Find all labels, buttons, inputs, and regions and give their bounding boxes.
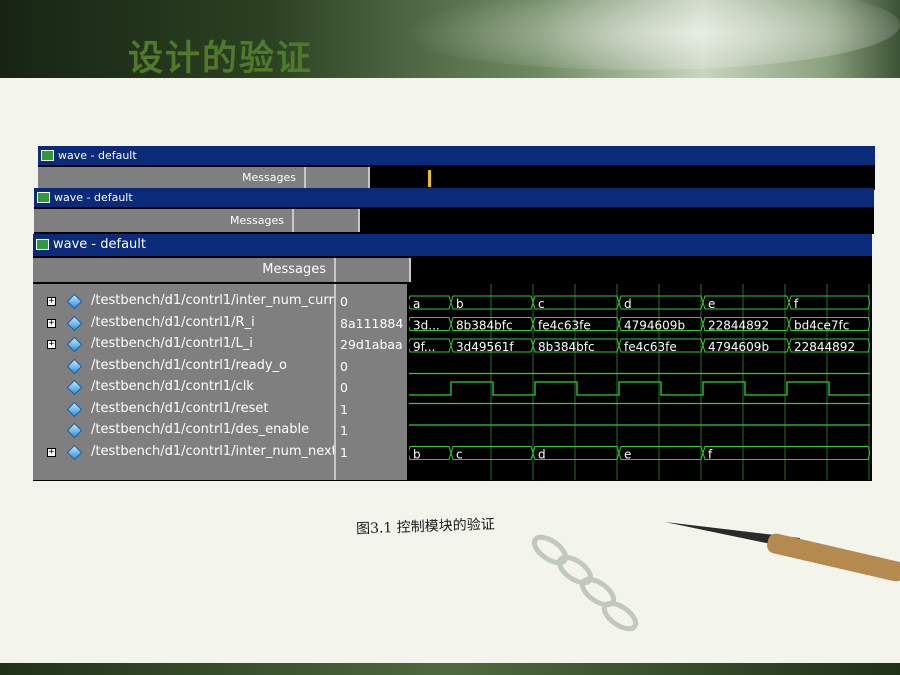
signal-diamond-icon xyxy=(66,358,83,374)
signal-diamond-icon xyxy=(66,315,83,331)
signal-name[interactable]: /testbench/d1/contrl1/reset xyxy=(91,401,268,416)
signal-value: 0 xyxy=(340,294,348,309)
window-1-titlebar[interactable]: wave - default xyxy=(38,146,875,165)
pen-notebook-decoration xyxy=(531,522,900,632)
wave-app-icon xyxy=(41,150,54,161)
signal-row[interactable]: /testbench/d1/contrl1/ready_o xyxy=(33,357,334,378)
bus-value-label: 3d49561f xyxy=(456,340,514,354)
signal-list: + /testbench/d1/contrl1/inter_num_curr + /t… xyxy=(33,284,337,480)
signal-value: 0 xyxy=(340,358,348,374)
slide-title: 设计的验证 xyxy=(128,39,314,79)
value-list: 0 8a111884 29d1abaa 0 0 1 1 1 xyxy=(334,284,407,480)
signal-row[interactable]: /testbench/d1/contrl1/clk xyxy=(33,378,334,399)
signal-row[interactable]: + /testbench/d1/contrl1/R_i xyxy=(33,314,334,335)
bus-value-label: c xyxy=(538,297,545,311)
signal-diamond-icon xyxy=(66,444,83,460)
signal-value: 1 xyxy=(340,423,348,438)
time-cursor[interactable] xyxy=(428,170,431,187)
window-2-title: wave - default xyxy=(54,191,133,204)
signal-name[interactable]: /testbench/d1/contrl1/clk xyxy=(91,379,254,394)
bus-value-label: 3d... xyxy=(413,319,440,333)
wave-app-icon xyxy=(37,192,50,203)
expand-plus-icon[interactable]: + xyxy=(47,318,56,328)
window-1-messages-header[interactable]: Messages xyxy=(38,167,306,189)
signal-value: 0 xyxy=(340,380,348,395)
signal-diamond-icon xyxy=(66,379,83,396)
banner-highlight xyxy=(380,0,900,70)
signal-row[interactable]: + /testbench/d1/contrl1/inter_num_next xyxy=(33,443,337,464)
signal-diamond-icon xyxy=(66,293,83,310)
signal-name[interactable]: /testbench/d1/contrl1/R_i xyxy=(91,315,255,330)
bus-segment xyxy=(532,295,620,310)
window-3-titlebar[interactable]: wave - default xyxy=(33,234,872,256)
window-2-messages-header[interactable]: Messages xyxy=(34,209,294,232)
waveform-canvas[interactable]: a b c d e f3d... 8b384bfc fe4c63fe 4794609b 22844… xyxy=(407,284,871,480)
bus-value-label: fe4c63fe xyxy=(538,319,591,333)
bus-value-label: bd4ce7fc xyxy=(794,319,849,333)
window-3-title: wave - default xyxy=(53,237,146,252)
wave-body: + /testbench/d1/contrl1/inter_num_curr + /t… xyxy=(33,284,871,480)
signal-value: 1 xyxy=(340,444,348,460)
clock-wave xyxy=(409,381,870,396)
bus-value-label: b xyxy=(413,448,421,462)
bus-value-label: 8b384bfc xyxy=(456,319,513,333)
signal-row[interactable]: + /testbench/d1/contrl1/L_i xyxy=(33,335,334,356)
bus-segment xyxy=(450,446,534,460)
expand-plus-icon[interactable]: + xyxy=(47,447,56,457)
signal-diamond-icon xyxy=(66,336,83,353)
bus-value-label: d xyxy=(624,297,632,311)
signal-row[interactable]: /testbench/d1/contrl1/des_enable xyxy=(33,421,334,442)
bus-value-label: b xyxy=(456,297,464,311)
bus-value-label: e xyxy=(708,297,715,311)
signal-value: 8a111884 xyxy=(340,315,404,331)
window-1-value-header[interactable] xyxy=(306,167,370,189)
bus-value-label: fe4c63fe xyxy=(624,340,677,354)
window-2-titlebar[interactable]: wave - default xyxy=(34,188,874,207)
signal-value: 29d1abaa xyxy=(340,337,403,352)
bus-value-label: 8b384bfc xyxy=(538,340,595,354)
bus-value-label: a xyxy=(413,297,420,311)
wave-window-2: wave - default Messages xyxy=(34,188,874,234)
signal-name[interactable]: /testbench/d1/contrl1/inter_num_curr xyxy=(91,293,334,308)
window-3-value-header[interactable] xyxy=(336,258,411,282)
bus-segment xyxy=(618,446,704,460)
signal-name[interactable]: /testbench/d1/contrl1/L_i xyxy=(91,336,253,351)
window-2-value-header[interactable] xyxy=(294,209,360,232)
wave-app-icon xyxy=(36,239,49,250)
bus-value-label: d xyxy=(538,448,546,462)
window-1-title: wave - default xyxy=(58,149,137,162)
bus-segment xyxy=(788,295,871,310)
bus-value-label: 9f... xyxy=(413,340,435,354)
signal-diamond-icon xyxy=(66,422,83,439)
window-3-messages-header[interactable]: Messages xyxy=(33,258,336,282)
bus-value-label: c xyxy=(456,448,463,462)
bus-segment xyxy=(702,295,790,310)
bottom-bar xyxy=(0,663,900,675)
waveform-area[interactable]: a b c d e f 3d... 8b384bfc fe4c63fe 4794609b 22844… xyxy=(407,284,871,480)
window-3-header: Messages xyxy=(33,258,872,282)
bus-value-label: e xyxy=(624,448,631,462)
bus-value-label: 4794609b xyxy=(624,319,685,333)
signal-value: 1 xyxy=(340,401,348,417)
bus-segment xyxy=(702,446,871,460)
window-1-header: Messages xyxy=(38,167,875,189)
bus-value-label: 22844892 xyxy=(708,319,769,333)
bus-value-label: 4794609b xyxy=(708,340,769,354)
signal-row[interactable]: /testbench/d1/contrl1/reset xyxy=(33,400,334,421)
expand-plus-icon[interactable]: + xyxy=(47,340,56,349)
bus-value-label: 22844892 xyxy=(794,340,855,354)
bus-segment xyxy=(532,446,620,460)
wave-window-1: wave - default Messages xyxy=(38,146,875,190)
signal-name[interactable]: /testbench/d1/contrl1/des_enable xyxy=(91,422,309,437)
window-2-header: Messages xyxy=(34,209,874,232)
signal-row[interactable]: + /testbench/d1/contrl1/inter_num_curr xyxy=(33,292,334,313)
expand-plus-icon[interactable]: + xyxy=(47,297,56,306)
wave-window-3: wave - default Messages + /testbench/d1/c… xyxy=(33,234,872,481)
signal-name[interactable]: /testbench/d1/contrl1/inter_num_next xyxy=(91,444,337,459)
signal-name[interactable]: /testbench/d1/contrl1/ready_o xyxy=(91,358,287,373)
signal-diamond-icon xyxy=(66,401,83,417)
